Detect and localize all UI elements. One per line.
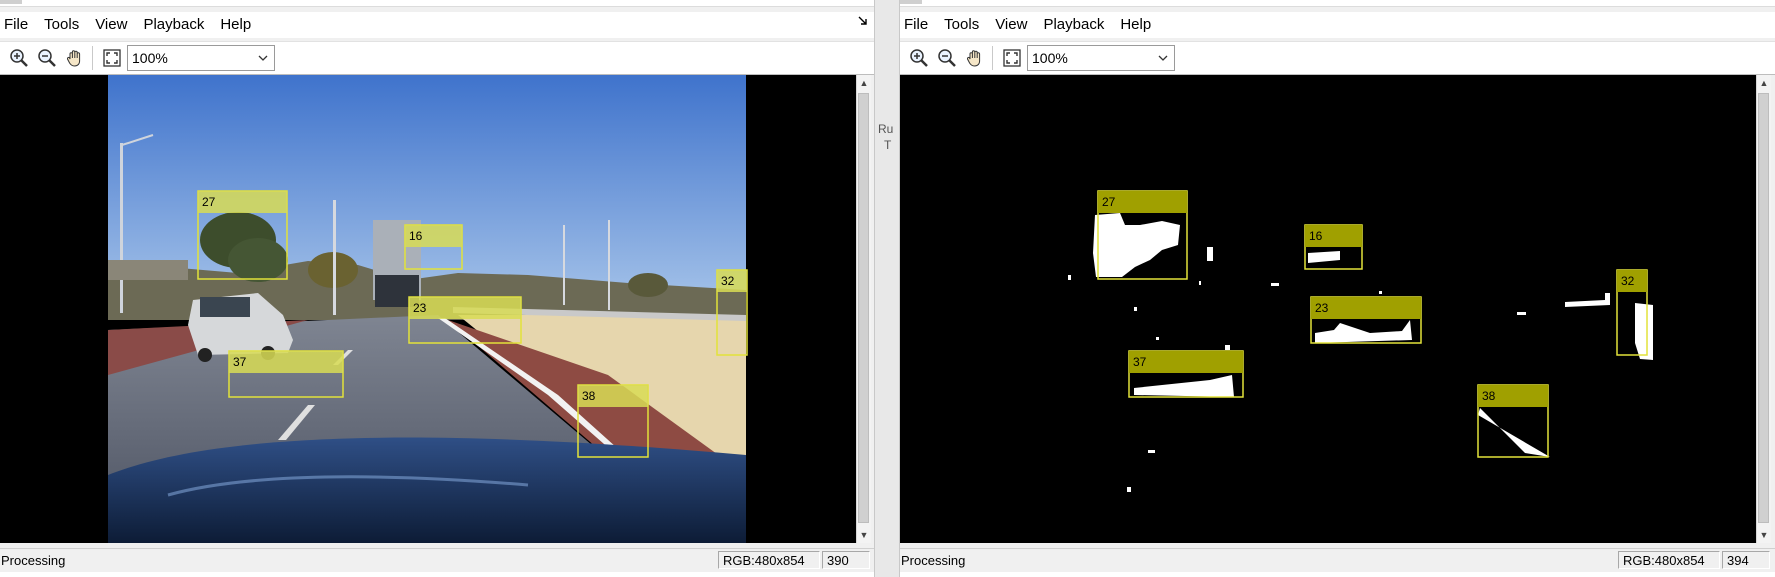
menu-file[interactable]: File (0, 12, 36, 38)
detection-box: 32 (716, 269, 748, 356)
zoom-level-select[interactable]: 100% (127, 45, 275, 71)
scrollbar-thumb[interactable] (1758, 93, 1769, 523)
pan-hand-icon[interactable] (62, 45, 88, 71)
frame-number-field: 394 (1722, 551, 1770, 569)
fit-to-window-icon[interactable] (99, 45, 125, 71)
chevron-down-icon (258, 53, 268, 64)
detection-id-label: 23 (1315, 301, 1329, 315)
pan-hand-icon[interactable] (962, 45, 988, 71)
toolbar: 100% (900, 41, 1775, 75)
detection-overlay: 27 16 23 32 37 38 (1097, 190, 1648, 458)
title-bar[interactable] (900, 0, 1775, 7)
detection-box: 16 (404, 224, 463, 270)
background-text: Ru (878, 122, 894, 136)
scroll-up-icon[interactable]: ▲ (1757, 75, 1771, 91)
menu-view[interactable]: View (987, 12, 1035, 38)
zoom-in-icon[interactable] (906, 45, 932, 71)
detection-box: 38 (577, 384, 649, 458)
detection-box: 23 (408, 296, 522, 344)
resolution-field: RGB:480x854 (718, 551, 820, 569)
scrollbar-thumb[interactable] (858, 93, 869, 523)
menu-help[interactable]: Help (1112, 12, 1159, 38)
detection-id-label: 38 (582, 389, 596, 403)
scroll-down-icon[interactable]: ▼ (1757, 527, 1771, 543)
detection-box: 37 (1128, 350, 1244, 398)
background-text: T (884, 138, 892, 152)
detection-id-label: 27 (1102, 195, 1116, 209)
video-player-window-right: File Tools View Playback Help 100% 27 16… (900, 0, 1775, 577)
menu-view[interactable]: View (87, 12, 135, 38)
detection-id-label: 37 (1133, 355, 1147, 369)
vertical-scrollbar[interactable]: ▲ ▼ (856, 75, 871, 543)
scroll-up-icon[interactable]: ▲ (857, 75, 871, 91)
menu-playback[interactable]: Playback (1035, 12, 1112, 38)
zoom-level-value: 100% (1032, 50, 1068, 66)
detection-box: 27 (197, 190, 288, 280)
menu-tools[interactable]: Tools (936, 12, 987, 38)
zoom-in-icon[interactable] (6, 45, 32, 71)
detection-id-label: 32 (721, 274, 735, 288)
detection-box: 38 (1477, 384, 1549, 458)
menu-help[interactable]: Help (212, 12, 259, 38)
zoom-out-icon[interactable] (34, 45, 60, 71)
scroll-down-icon[interactable]: ▼ (857, 527, 871, 543)
detection-overlay: 27 16 23 32 37 38 (197, 190, 748, 458)
zoom-level-select[interactable]: 100% (1027, 45, 1175, 71)
zoom-out-icon[interactable] (934, 45, 960, 71)
menu-bar: File Tools View Playback Help (900, 12, 1775, 38)
menu-playback[interactable]: Playback (135, 12, 212, 38)
status-text: Processing (1, 553, 66, 568)
detection-box: 37 (228, 350, 344, 398)
detection-id-label: 16 (409, 229, 423, 243)
detection-box: 32 (1616, 269, 1648, 356)
video-player-window-left: File Tools View Playback Help 100% 27 16… (0, 0, 874, 577)
mask-display[interactable]: 27 16 23 32 37 38 (900, 75, 1756, 543)
toolbar-separator (992, 46, 993, 70)
status-text: Processing (901, 553, 966, 568)
vertical-scrollbar[interactable]: ▲ ▼ (1756, 75, 1771, 543)
chevron-down-icon (1158, 53, 1168, 64)
toolbar-separator (92, 46, 93, 70)
detection-box: 23 (1310, 296, 1422, 344)
menu-file[interactable]: File (900, 12, 936, 38)
detection-box: 27 (1097, 190, 1188, 280)
background-window-edge[interactable]: Ru T (874, 0, 900, 577)
detection-id-label: 23 (413, 301, 427, 315)
status-bar: Processing RGB:480x854 390 (0, 548, 874, 573)
bottom-strip (0, 572, 874, 577)
menu-tools[interactable]: Tools (36, 12, 87, 38)
title-bar[interactable] (0, 0, 874, 7)
zoom-level-value: 100% (132, 50, 168, 66)
detection-id-label: 16 (1309, 229, 1323, 243)
detection-id-label: 38 (1482, 389, 1496, 403)
toolbar: 100% (0, 41, 874, 75)
menu-bar: File Tools View Playback Help (0, 12, 874, 38)
detection-box: 16 (1304, 224, 1363, 270)
detection-id-label: 37 (233, 355, 247, 369)
bottom-strip (900, 572, 1775, 577)
resolution-field: RGB:480x854 (1618, 551, 1720, 569)
video-display[interactable]: 27 16 23 32 37 38 (0, 75, 856, 543)
status-bar: Processing RGB:480x854 394 (900, 548, 1775, 573)
detection-id-label: 27 (202, 195, 216, 209)
detection-id-label: 32 (1621, 274, 1635, 288)
fit-to-window-icon[interactable] (999, 45, 1025, 71)
undock-icon[interactable] (858, 16, 868, 29)
frame-number-field: 390 (822, 551, 870, 569)
